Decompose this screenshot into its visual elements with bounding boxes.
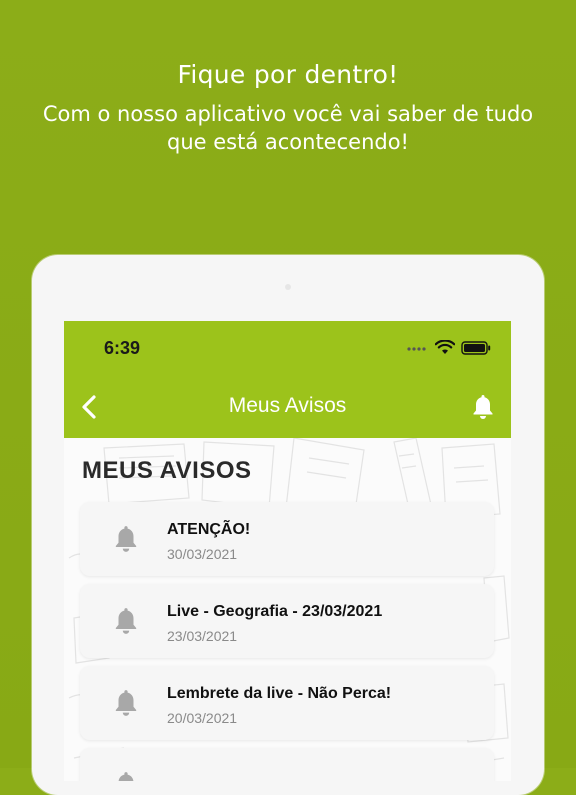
nav-bar: Meus Avisos bbox=[64, 376, 511, 438]
wifi-icon bbox=[435, 340, 455, 354]
notice-card[interactable]: ATENÇÃO! 30/03/2021 bbox=[80, 502, 494, 576]
nav-title: Meus Avisos bbox=[228, 394, 347, 417]
status-time: 6:39 bbox=[104, 338, 141, 358]
camera-dot bbox=[285, 284, 291, 290]
notice-title: ATENÇÃO! bbox=[167, 521, 251, 538]
notice-date: 30/03/2021 bbox=[167, 546, 238, 562]
notice-card[interactable]: Live - Geografia - 23/03/2021 23/03/2021 bbox=[80, 584, 494, 658]
notice-date: 23/03/2021 bbox=[167, 628, 238, 644]
signal-dots-icon bbox=[407, 346, 426, 351]
section-title: MEUS AVISOS bbox=[82, 457, 252, 484]
bell-icon[interactable] bbox=[471, 393, 495, 421]
notice-card[interactable]: Lembrete da live - Não Perca! 20/03/2021 bbox=[80, 666, 494, 740]
promo-subtitle: Com o nosso aplicativo você vai saber de… bbox=[42, 102, 534, 154]
notice-title: Live - Geografia - 23/03/2021 bbox=[167, 603, 383, 620]
bell-icon bbox=[118, 772, 134, 781]
bell-icon bbox=[115, 526, 137, 552]
notice-card[interactable] bbox=[80, 748, 494, 781]
notice-date: 20/03/2021 bbox=[167, 710, 238, 726]
app-screen: 6:39 Meus Avisos MEUS AVISOS ATENÇÃO! 30… bbox=[64, 321, 511, 781]
notice-title: Lembrete da live - Não Perca! bbox=[167, 685, 392, 702]
notices-content: MEUS AVISOS ATENÇÃO! 30/03/2021 Live - G… bbox=[64, 438, 511, 781]
promo-title: Fique por dentro! bbox=[177, 60, 399, 89]
status-bar: 6:39 bbox=[64, 321, 511, 376]
bell-icon bbox=[115, 608, 137, 634]
bell-icon bbox=[115, 690, 137, 716]
battery-icon bbox=[461, 340, 491, 355]
